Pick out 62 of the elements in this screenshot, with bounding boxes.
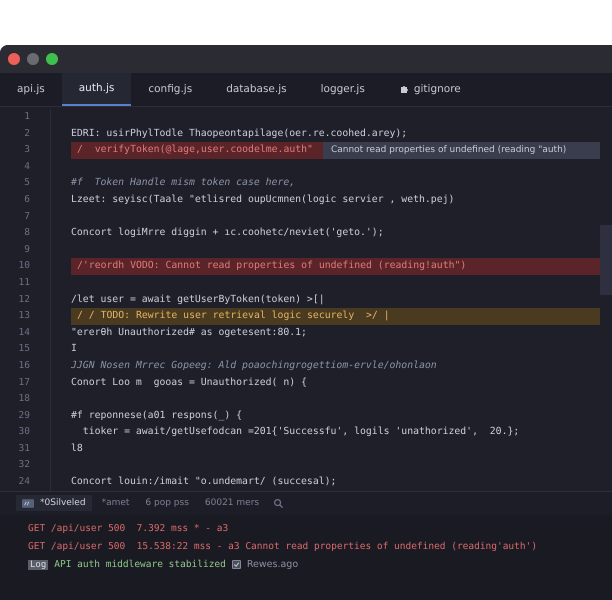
panel-tab[interactable]: 6 pop pss xyxy=(139,495,195,512)
line-number: 30 xyxy=(18,425,31,440)
line-number: 10 xyxy=(18,259,31,274)
panel-tab[interactable]: 60021 mers xyxy=(198,495,266,512)
line-number: 18 xyxy=(18,392,31,406)
code-line: /let user = await getUserByToken(token) >[| xyxy=(71,292,325,307)
file-tab[interactable]: database.js xyxy=(209,72,304,106)
line-number: 6 xyxy=(23,192,31,207)
line-number: 16 xyxy=(18,358,31,373)
warning-highlight: / / TODO: Rewrite user retrieval logic securely >/ | xyxy=(71,308,600,325)
code-line: EDRI: usirPhylTodle Thaopeontapilage(oer.re.coohed.arey); xyxy=(71,126,408,141)
code-comment: JJGN Nosen Mrrec Gopeeg: Ald poaochingrogettiom-ervle/ohonlaon xyxy=(71,358,437,373)
log-error: GET /api/user 500 7.392 mss * - a3 xyxy=(28,523,228,534)
line-number: 29 xyxy=(18,408,31,423)
search-icon[interactable] xyxy=(273,498,284,509)
line-number: 5 xyxy=(23,176,31,190)
line-number: 14 xyxy=(18,326,31,340)
file-tab[interactable]: auth.js xyxy=(62,72,132,106)
line-number: 31 xyxy=(18,442,31,456)
code-line: #f reponnese(a01 respons(_) { xyxy=(71,408,242,423)
code-line: Conort Loo m gooas = Unauthorized( n) { xyxy=(71,376,307,390)
code-line: Concort louin:/imait "o.undemart/ (succesal); xyxy=(71,475,336,490)
line-number: 11 xyxy=(18,276,31,290)
error-highlight: / verifyToken(@lage,user.coodelme.auth" xyxy=(71,142,323,159)
log-time: Rewes.ago xyxy=(246,559,298,570)
error-message: Cannot read properties of undefined (reading "auth) xyxy=(322,142,600,159)
code-line: tioker = await/getUsefodcan =201{'Successfu', logils 'unathorized', 20.}; xyxy=(82,425,520,440)
panel-tab[interactable]: *amet xyxy=(96,495,136,512)
maximize-button[interactable] xyxy=(46,52,58,65)
line-number: 1 xyxy=(23,110,31,124)
file-tab[interactable]: api.js xyxy=(0,72,62,106)
log-message: API auth middleware stabilized xyxy=(54,559,226,570)
terminal-icon xyxy=(22,498,34,508)
file-tab[interactable]: logger.js xyxy=(304,72,382,106)
error-highlight: /'reordh VODO: Cannot read properties of undefined (reading!auth") xyxy=(71,258,600,275)
log-badge: Log xyxy=(28,560,48,570)
code-line: l8 xyxy=(71,442,83,456)
file-tab[interactable]: config.js xyxy=(131,72,210,106)
line-number: 9 xyxy=(23,242,31,257)
panel-tab[interactable]: *0Silveled xyxy=(16,495,92,512)
line-number: 13 xyxy=(18,309,31,324)
line-number: 24 xyxy=(18,475,31,490)
file-tab[interactable]: gitignore xyxy=(382,72,478,106)
line-number: 8 xyxy=(23,226,31,240)
line-number: 7 xyxy=(23,210,31,224)
line-number: 4 xyxy=(23,160,31,174)
scrollbar[interactable] xyxy=(600,225,612,295)
code-comment: #f Token Handle mism token case here, xyxy=(71,176,296,190)
line-number: 12 xyxy=(18,292,31,307)
code-line: "ererθh Unauthorized# as ogetesent:80.1; xyxy=(71,326,307,340)
log-error: GET /api/user 500 15.538:22 mss - a3 Cannot read properties of undefined (reading'auth') xyxy=(28,541,538,552)
code-line: Lzeet: seyisc(Taale "etlisred oupUcmnen(logic servier , weth.pej) xyxy=(71,192,454,207)
line-number: 17 xyxy=(18,376,31,390)
line-number: 2 xyxy=(23,126,31,141)
code-line: I xyxy=(71,342,77,356)
checkbox-icon xyxy=(232,560,241,570)
line-number: 32 xyxy=(18,458,31,472)
code-line: Concort logiMrre diggin + ıc.coohetc/neviet('geto.'); xyxy=(71,226,384,240)
line-number: 3 xyxy=(23,143,31,158)
line-number: 15 xyxy=(18,342,31,356)
close-button[interactable] xyxy=(8,52,20,65)
minimize-button[interactable] xyxy=(27,52,39,65)
